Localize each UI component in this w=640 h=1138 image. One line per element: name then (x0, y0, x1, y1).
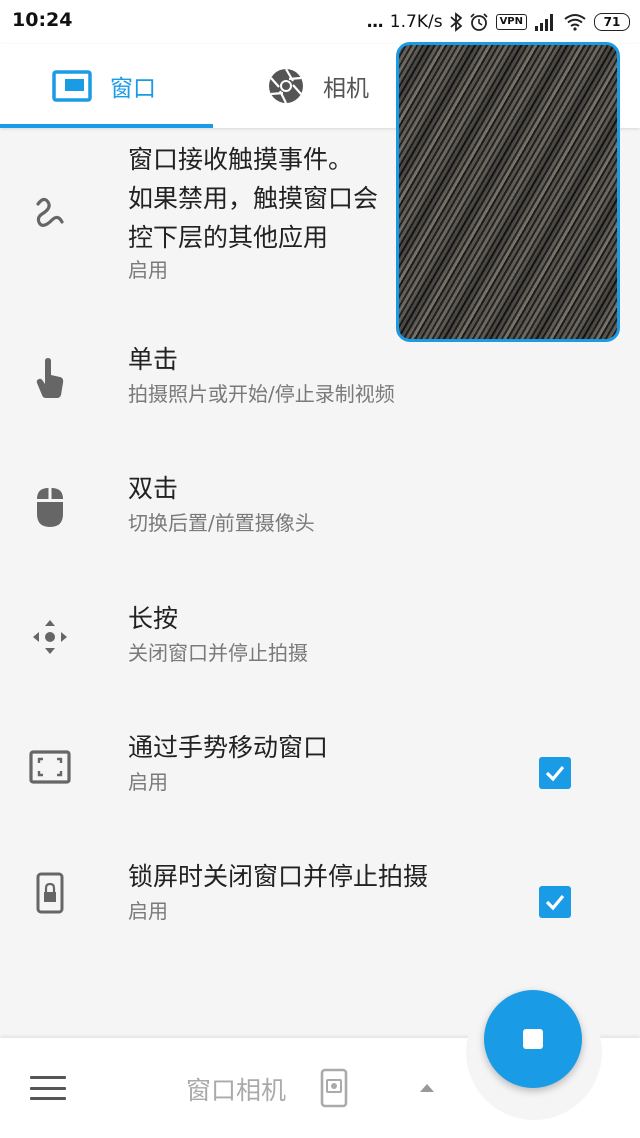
list-item-single-tap[interactable]: 单击 拍摄照片或开始/停止录制视频 (0, 324, 640, 453)
item-subtitle: 切换后置/前置摄像头 (128, 511, 315, 535)
item-subtitle: 拍摄照片或开始/停止录制视频 (128, 382, 395, 406)
item-subtitle: 关闭窗口并停止拍摄 (128, 641, 308, 665)
item-title: 长按 (128, 604, 179, 633)
item-title: 通过手势移动窗口 (128, 733, 329, 762)
menu-icon-line (30, 1097, 66, 1100)
move-icon (26, 613, 74, 661)
item-title: 锁屏时关闭窗口并停止拍摄 (128, 862, 429, 891)
menu-icon-line (30, 1086, 66, 1090)
mouse-icon (26, 483, 74, 531)
item-title: 双击 (128, 474, 179, 503)
close-on-lock-checkbox[interactable] (539, 886, 571, 918)
menu-icon-line (30, 1076, 66, 1079)
item-subtitle: 启用 (128, 770, 168, 794)
wifi-icon (564, 14, 586, 31)
bluetooth-icon (449, 12, 462, 32)
battery-indicator: 71 (594, 13, 630, 31)
item-subtitle: 启用 (128, 899, 168, 923)
list-item-long-press[interactable]: 长按 关闭窗口并停止拍摄 (0, 583, 640, 712)
expand-up-icon[interactable] (420, 1084, 434, 1092)
stop-icon (523, 1029, 543, 1049)
fullscreen-icon (26, 743, 74, 791)
status-icons: ... 1.7K/s VPN 71 (366, 8, 630, 36)
tab-window-label: 窗口 (110, 76, 156, 102)
aperture-icon (269, 68, 303, 104)
network-speed: 1.7K/s (389, 12, 443, 32)
list-item-move-by-gesture[interactable]: 通过手势移动窗口 启用 (0, 712, 640, 841)
status-dots: ... (366, 12, 383, 32)
tab-window[interactable]: 窗口 (52, 44, 156, 128)
item-title: 窗口接收触摸事件。 如果禁用，触摸窗口会 控下层的其他应用 (128, 145, 379, 252)
tab-camera-label: 相机 (323, 76, 369, 102)
menu-button[interactable] (30, 1074, 66, 1102)
touch-icon (26, 354, 74, 402)
item-title: 单击 (128, 345, 179, 374)
signal-icon (535, 14, 553, 31)
list-item-close-on-lock[interactable]: 锁屏时关闭窗口并停止拍摄 启用 (0, 841, 640, 970)
status-time: 10:24 (12, 9, 73, 31)
checkmark-icon (545, 765, 565, 782)
lock-phone-icon (26, 869, 74, 917)
list-item-double-tap[interactable]: 双击 切换后置/前置摄像头 (0, 453, 640, 583)
camera-preview-window[interactable] (396, 42, 620, 342)
gesture-icon (26, 188, 74, 236)
checkmark-icon (545, 894, 565, 911)
tab-camera[interactable]: 相机 (267, 44, 369, 128)
window-icon (52, 70, 92, 102)
phone-camera-icon (320, 1068, 348, 1108)
status-bar: 10:24 ... 1.7K/s VPN 71 (0, 0, 640, 44)
vpn-badge: VPN (495, 14, 527, 30)
move-by-gesture-checkbox[interactable] (539, 757, 571, 789)
item-subtitle: 启用 (128, 258, 168, 282)
alarm-icon (469, 13, 488, 31)
app-title: 窗口相机 (186, 1076, 287, 1105)
stop-recording-button[interactable] (484, 990, 582, 1088)
